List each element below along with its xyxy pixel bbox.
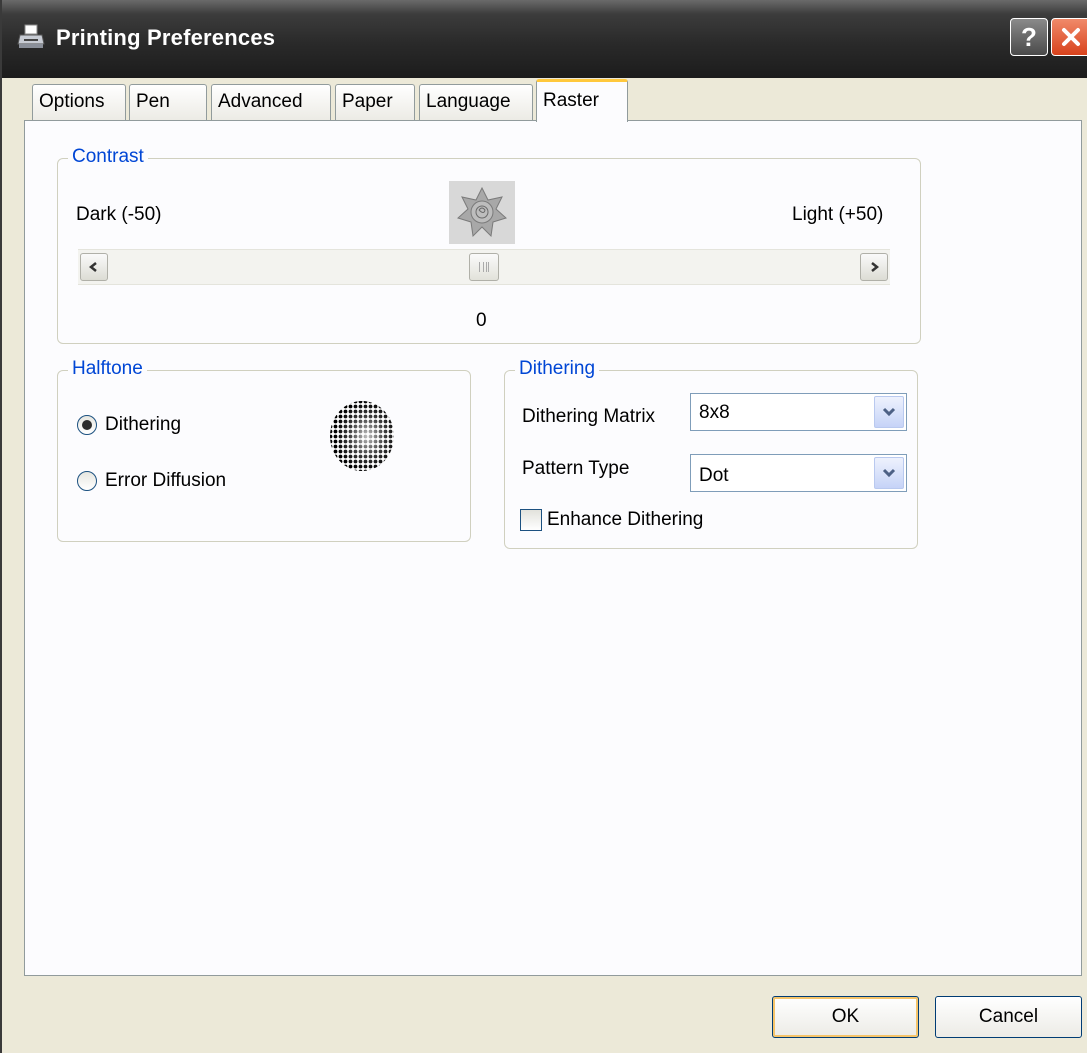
- tab-advanced[interactable]: Advanced: [211, 84, 331, 120]
- chevron-left-icon: [88, 262, 97, 272]
- cancel-button-label: Cancel: [978, 1006, 1039, 1027]
- ok-button[interactable]: OK: [772, 996, 919, 1038]
- contrast-slider-thumb[interactable]: [469, 253, 499, 281]
- contrast-slider[interactable]: [78, 249, 890, 285]
- chevron-right-icon: [871, 262, 880, 272]
- tab-raster[interactable]: Raster: [536, 79, 628, 122]
- chevron-down-icon: [882, 468, 896, 478]
- grip-icon: [479, 262, 489, 272]
- scroll-left-button[interactable]: [80, 253, 108, 281]
- question-icon: ?: [1021, 21, 1037, 52]
- title-bar[interactable]: Printing Preferences ?: [2, 0, 1087, 78]
- window-title: Printing Preferences: [56, 25, 276, 50]
- tab-language[interactable]: Language: [419, 84, 533, 120]
- tab-pen[interactable]: Pen: [129, 84, 207, 120]
- printing-preferences-window: Printing Preferences ? Options Pen Advan…: [0, 0, 1087, 1053]
- printer-icon: [17, 24, 45, 48]
- close-icon: [1062, 28, 1080, 46]
- chevron-down-icon: [882, 407, 896, 417]
- halftone-legend: Halftone: [68, 358, 147, 380]
- contrast-min-label: Dark (-50): [76, 204, 162, 225]
- contrast-legend: Contrast: [68, 146, 148, 168]
- contrast-max-label: Light (+50): [792, 204, 884, 225]
- pattern-type-select[interactable]: Dot: [690, 454, 907, 492]
- help-button[interactable]: ?: [1010, 18, 1048, 56]
- pattern-type-label: Pattern Type: [522, 458, 630, 479]
- tab-label: Raster: [543, 90, 599, 111]
- contrast-preview-icon: [449, 181, 515, 244]
- error-diffusion-radio[interactable]: [77, 471, 97, 491]
- dithering-legend: Dithering: [515, 358, 600, 380]
- dithering-radio[interactable]: [77, 415, 97, 435]
- halftone-group: Halftone: [57, 358, 471, 542]
- ok-button-label: OK: [831, 1006, 860, 1027]
- contrast-value: 0: [476, 310, 487, 331]
- enhance-dithering-label[interactable]: Enhance Dithering: [547, 509, 703, 531]
- tab-label: Options: [39, 91, 105, 112]
- tab-label: Advanced: [218, 91, 303, 112]
- pattern-type-value: Dot: [699, 465, 729, 486]
- tab-label: Language: [426, 91, 511, 112]
- dithering-matrix-label: Dithering Matrix: [522, 406, 656, 427]
- tab-options[interactable]: Options: [32, 84, 126, 120]
- tab-label: Pen: [136, 91, 170, 112]
- dithering-radio-label[interactable]: Dithering: [105, 414, 181, 436]
- enhance-dithering-checkbox[interactable]: [520, 509, 542, 531]
- scroll-right-button[interactable]: [860, 253, 888, 281]
- halftone-preview-icon: [330, 401, 394, 471]
- dropdown-button[interactable]: [874, 457, 904, 489]
- dithering-matrix-select[interactable]: 8x8: [690, 393, 907, 431]
- dithering-matrix-value: 8x8: [699, 402, 730, 423]
- cancel-button[interactable]: Cancel: [935, 996, 1082, 1038]
- tab-label: Paper: [342, 91, 393, 112]
- tab-paper[interactable]: Paper: [335, 84, 415, 120]
- close-button[interactable]: [1051, 18, 1087, 56]
- error-diffusion-radio-label[interactable]: Error Diffusion: [105, 470, 226, 492]
- dropdown-button[interactable]: [874, 396, 904, 428]
